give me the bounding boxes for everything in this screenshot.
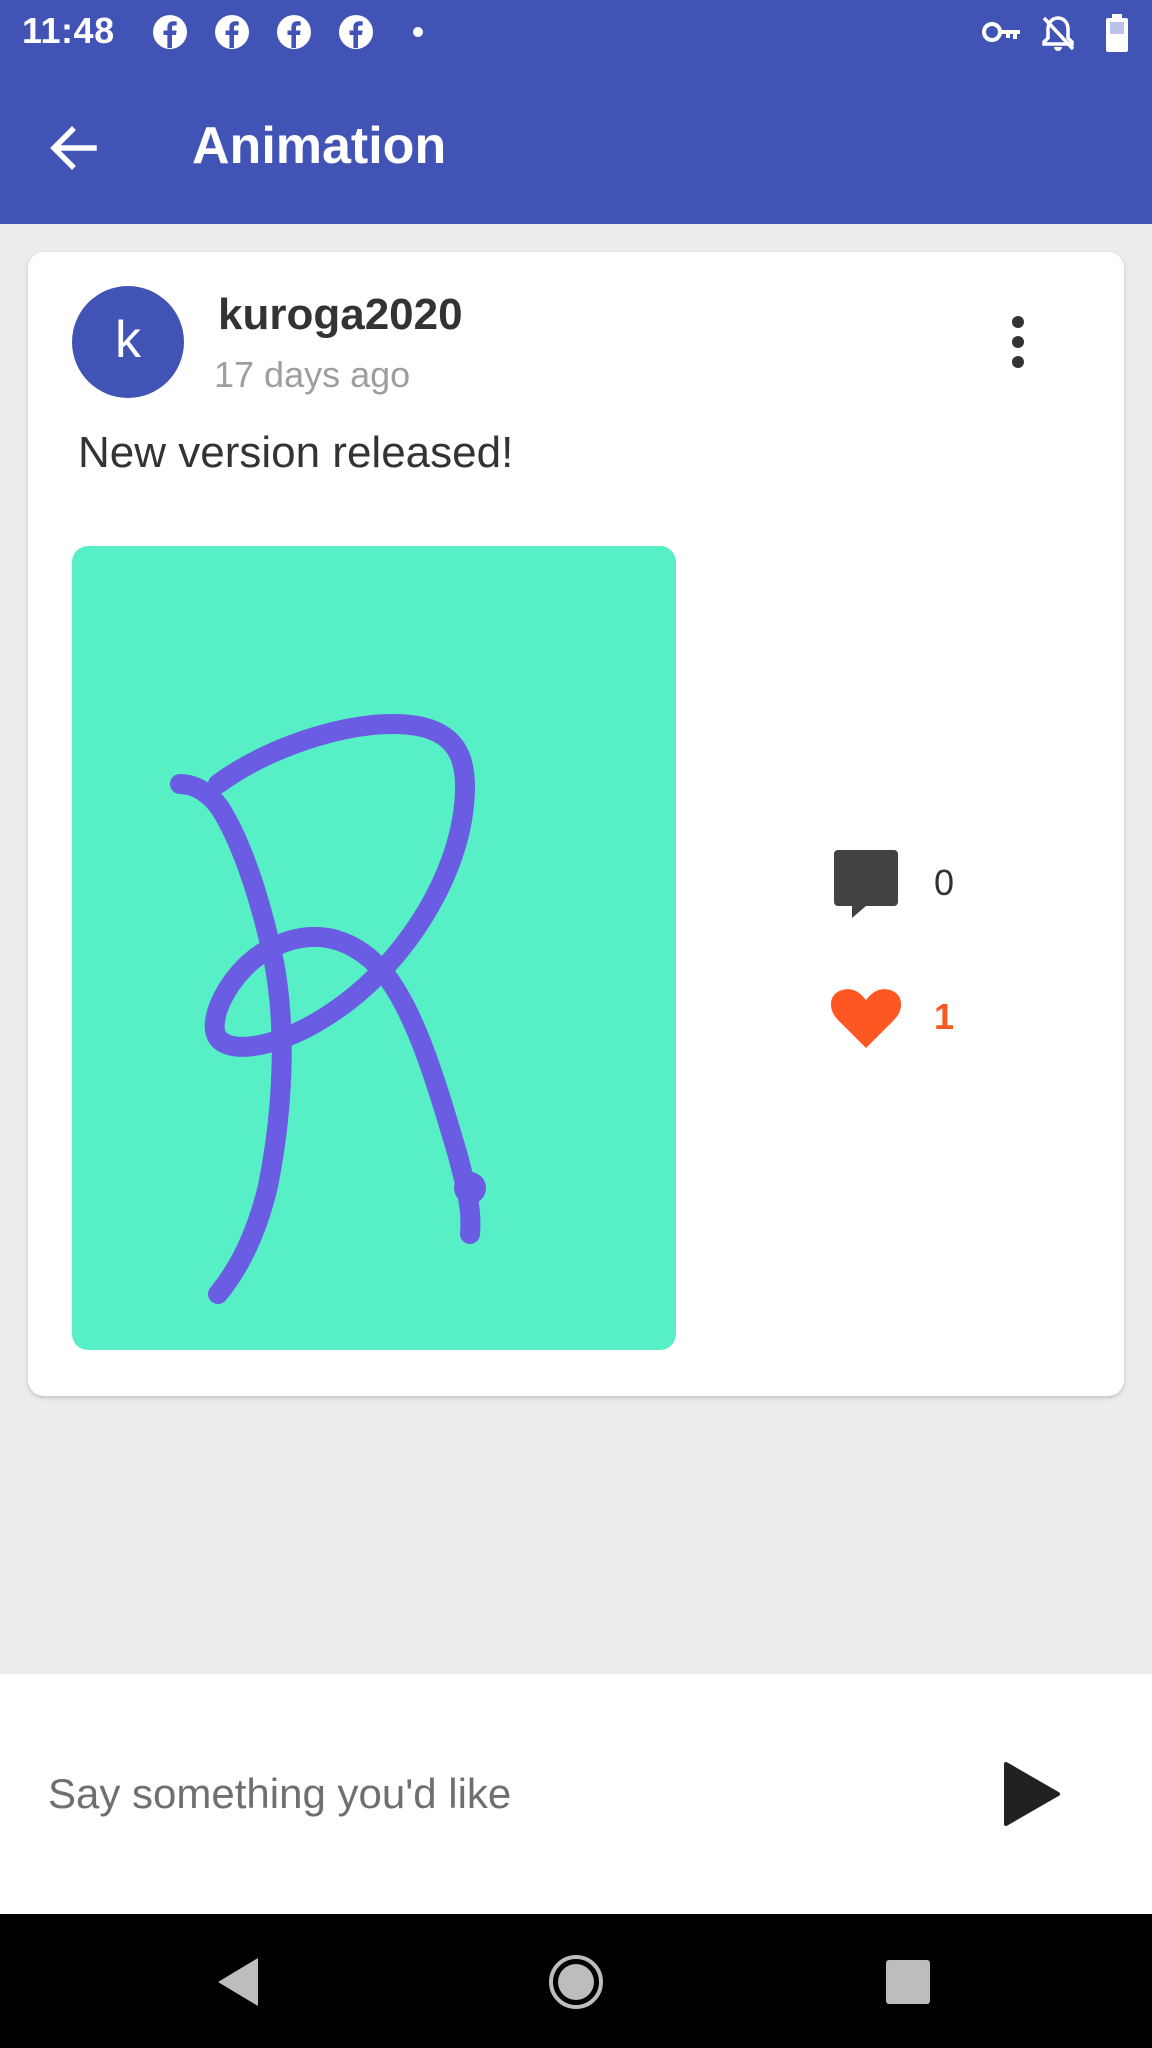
vpn-key-icon <box>982 22 1020 42</box>
avatar[interactable]: k <box>72 286 184 398</box>
post-text: New version released! <box>78 428 514 477</box>
facebook-icon <box>215 15 249 49</box>
system-nav-bar <box>0 1914 1152 2048</box>
post-timestamp: 17 days ago <box>214 354 411 395</box>
comment-count: 0 <box>934 862 955 903</box>
send-icon[interactable] <box>996 1758 1064 1830</box>
status-bar: 11:48 <box>0 0 1152 64</box>
post-card: k kuroga2020 17 days ago New version rel… <box>28 252 1124 1396</box>
facebook-icon <box>277 15 311 49</box>
heart-icon <box>830 989 902 1048</box>
comment-stat[interactable]: 0 <box>828 848 968 924</box>
comment-composer <box>0 1674 1152 1914</box>
post-username[interactable]: kuroga2020 <box>218 290 463 340</box>
page-title: Animation <box>192 117 447 175</box>
like-stat[interactable]: 1 <box>828 982 968 1058</box>
dot-icon <box>413 27 423 37</box>
comment-icon <box>834 850 898 918</box>
comment-input[interactable] <box>48 1754 948 1834</box>
status-time: 11:48 <box>22 10 115 51</box>
like-count: 1 <box>934 996 955 1037</box>
post-image[interactable] <box>72 546 676 1350</box>
more-vert-icon[interactable] <box>998 312 1038 372</box>
facebook-icon <box>339 15 373 49</box>
app-bar: Animation <box>0 64 1152 224</box>
notifications-off-icon <box>1042 16 1075 51</box>
battery-icon <box>1106 14 1128 52</box>
home-circle-icon[interactable] <box>544 1950 608 2014</box>
drawing-letter-r <box>170 713 486 1304</box>
arrow-back-icon[interactable] <box>40 114 108 182</box>
recents-square-icon[interactable] <box>876 1950 940 2014</box>
facebook-icon <box>153 15 187 49</box>
back-triangle-icon[interactable] <box>206 1950 270 2014</box>
